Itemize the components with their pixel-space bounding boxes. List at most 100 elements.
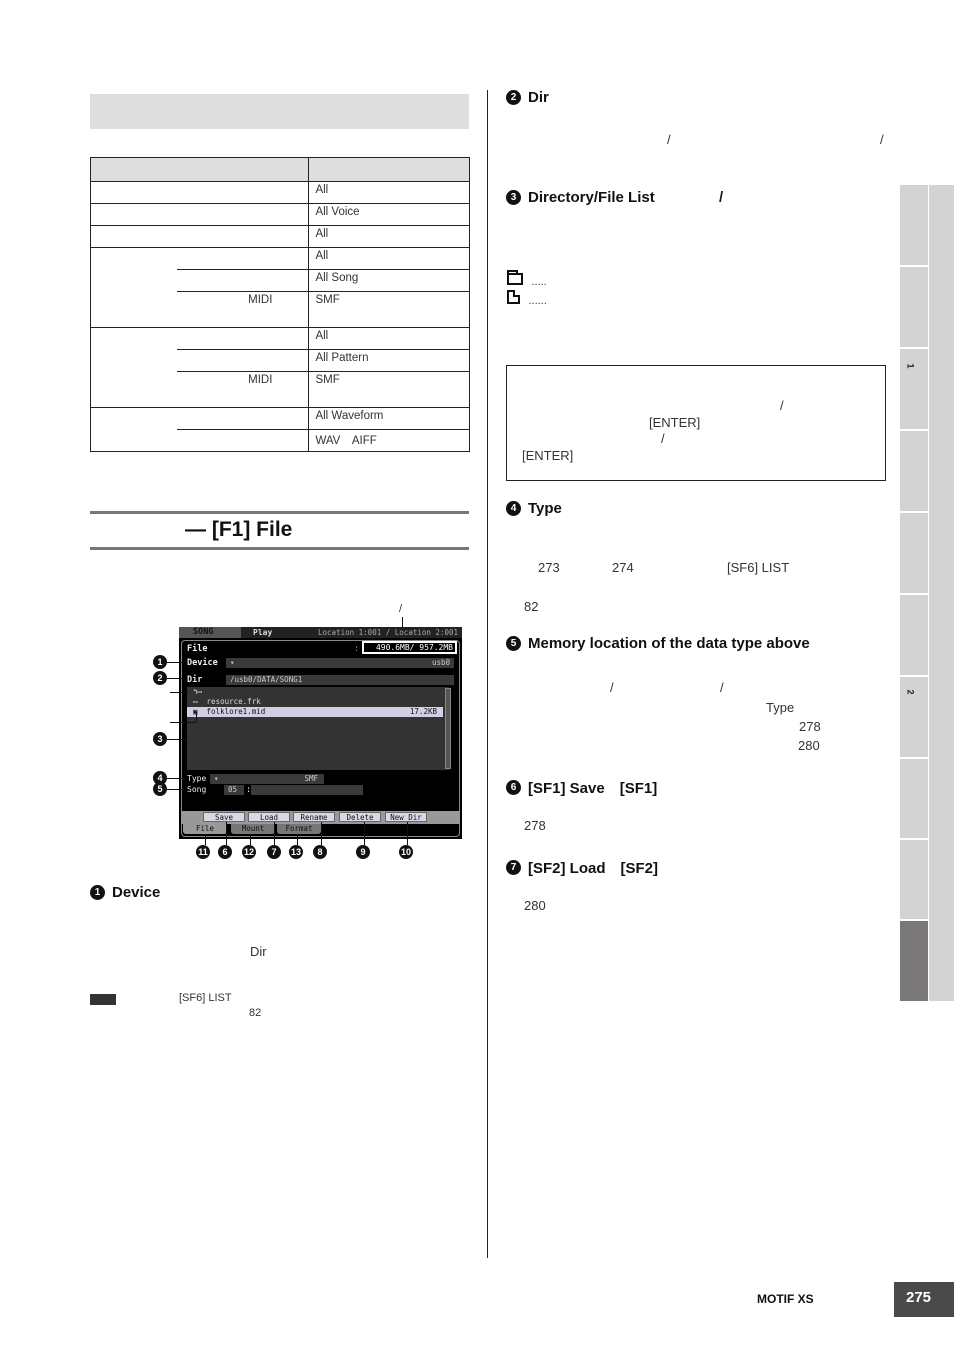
tab-mount[interactable]: Mount bbox=[231, 824, 275, 834]
callout-leader bbox=[364, 822, 365, 845]
location-readout: Location 1:001 / Location 2:001 bbox=[318, 628, 458, 637]
device-label: Device bbox=[187, 658, 218, 668]
list-scrollbar[interactable] bbox=[445, 688, 451, 769]
callout-leader bbox=[170, 692, 188, 693]
callout-leader bbox=[196, 712, 197, 722]
save-button[interactable]: Save bbox=[203, 812, 245, 822]
callout-leader bbox=[250, 835, 251, 845]
type-value: SMF bbox=[304, 774, 318, 783]
device-body-ref: Dir bbox=[250, 944, 267, 959]
table-row: All Voice bbox=[89, 203, 470, 226]
rename-button[interactable]: Rename bbox=[293, 812, 335, 822]
play-label: Play bbox=[253, 628, 273, 637]
screen-caption: / bbox=[399, 603, 403, 615]
mode-tab: SONG bbox=[179, 627, 241, 638]
item-number-badge: 1 bbox=[90, 885, 105, 900]
item-number-badge: 6 bbox=[506, 780, 521, 795]
device-heading: 1 Device bbox=[90, 884, 160, 901]
dir-path: /usb0/DATA/SONG1 bbox=[226, 675, 454, 685]
song-number[interactable]: 05 bbox=[224, 785, 244, 795]
slash: / bbox=[719, 189, 724, 206]
load-heading: 7 [SF2] Load [SF2] bbox=[506, 857, 658, 878]
page-ref: 280 bbox=[798, 738, 820, 753]
side-index-strip bbox=[929, 185, 954, 1001]
slash: / bbox=[667, 132, 671, 147]
side-tab[interactable] bbox=[900, 595, 928, 675]
callout-5: 5 bbox=[153, 782, 167, 796]
callout-7: 7 bbox=[267, 845, 281, 859]
type-label: Type bbox=[187, 774, 207, 783]
side-tab[interactable]: 1 bbox=[900, 349, 928, 429]
callout-9: 9 bbox=[356, 845, 370, 859]
side-tab[interactable] bbox=[900, 185, 928, 265]
table-header-row bbox=[89, 157, 470, 182]
type-select[interactable]: ▾ SMF bbox=[210, 774, 324, 784]
lcd-screenshot: SONG Play Location 1:001 / Location 2:00… bbox=[179, 627, 462, 839]
item-number-badge: 4 bbox=[506, 501, 521, 516]
callout-leader bbox=[167, 662, 185, 663]
delete-button[interactable]: Delete bbox=[339, 812, 381, 822]
callout-8: 8 bbox=[313, 845, 327, 859]
table-cell-value: All Voice bbox=[308, 203, 470, 226]
table-cell-value: SMF bbox=[308, 371, 470, 408]
callout-leader bbox=[321, 822, 322, 845]
load-button[interactable]: Load bbox=[248, 812, 290, 822]
dir-heading: 2 Dir bbox=[506, 89, 549, 106]
note-page: 82 bbox=[249, 1007, 262, 1019]
tab-format[interactable]: Format bbox=[277, 824, 321, 834]
note-icon bbox=[90, 994, 116, 1005]
side-tab-active[interactable] bbox=[900, 921, 928, 1001]
side-tab[interactable]: 2 bbox=[900, 677, 928, 757]
callout-leader bbox=[167, 739, 187, 740]
callout-leader bbox=[167, 789, 185, 790]
page-number: 275 bbox=[894, 1282, 954, 1317]
page-ref: 82 bbox=[524, 599, 539, 614]
new-dir-button[interactable]: New Dir bbox=[385, 812, 427, 822]
heading-text: Device bbox=[112, 884, 161, 901]
device-select[interactable]: ▾ usb0 bbox=[226, 658, 454, 668]
table-cell-value: WAV AIFF bbox=[308, 429, 470, 452]
list-item-selected[interactable]: ▣ folklore1.mid 17.2KB bbox=[187, 707, 443, 717]
table-cell-value: All Song bbox=[308, 269, 470, 292]
list-item[interactable]: ▭ resource.frk bbox=[187, 697, 443, 707]
table-cell-value: All bbox=[308, 327, 470, 350]
callout-leader bbox=[170, 722, 196, 723]
table-row: All bbox=[89, 225, 470, 248]
slash: / bbox=[661, 431, 665, 446]
side-tab[interactable] bbox=[900, 759, 928, 838]
enter-key-ref: [ENTER] bbox=[522, 448, 574, 463]
callout-6: 6 bbox=[218, 845, 232, 859]
side-tab[interactable] bbox=[900, 840, 928, 919]
page-ref: 274 bbox=[612, 560, 634, 575]
column-divider bbox=[487, 90, 488, 1258]
table-header-cell bbox=[308, 157, 470, 182]
callout-leader bbox=[297, 835, 298, 845]
table-row: All bbox=[89, 181, 470, 204]
directory-file-list[interactable]: ↰▭ ▭ resource.frk ▣ folklore1.mid 17.2KB bbox=[187, 687, 449, 770]
table-cell-value: SMF bbox=[308, 291, 470, 328]
footer-brand: MOTIF XS bbox=[757, 1292, 814, 1306]
memloc-heading: 5 Memory location of the data type above bbox=[506, 635, 810, 652]
callout-leader bbox=[407, 822, 408, 845]
side-tab[interactable] bbox=[900, 431, 928, 511]
page-ref: 278 bbox=[524, 818, 546, 833]
callout-10: 10 bbox=[399, 845, 413, 859]
up-directory-item[interactable]: ↰▭ bbox=[187, 687, 443, 697]
side-tab[interactable] bbox=[900, 513, 928, 593]
side-tab[interactable] bbox=[900, 267, 928, 347]
save-heading: 6 [SF1] Save [SF1] bbox=[506, 777, 657, 798]
table-row: All bbox=[90, 247, 470, 328]
dirlist-heading: 3 Directory/File List bbox=[506, 189, 655, 206]
item-number-badge: 7 bbox=[506, 860, 521, 875]
device-value: usb0 bbox=[431, 658, 450, 667]
item-number-badge: 2 bbox=[506, 90, 521, 105]
table-header-cell bbox=[89, 157, 310, 182]
slash: / bbox=[780, 398, 784, 413]
callout-2: 2 bbox=[153, 671, 167, 685]
item-number-badge: 3 bbox=[506, 190, 521, 205]
file-size: 17.2KB bbox=[409, 707, 437, 716]
callout-leader bbox=[205, 835, 206, 845]
data-type-table: All All Voice All All All Song MIDI SMF … bbox=[89, 157, 470, 452]
slash: / bbox=[880, 132, 884, 147]
tab-file[interactable]: File bbox=[183, 824, 227, 834]
